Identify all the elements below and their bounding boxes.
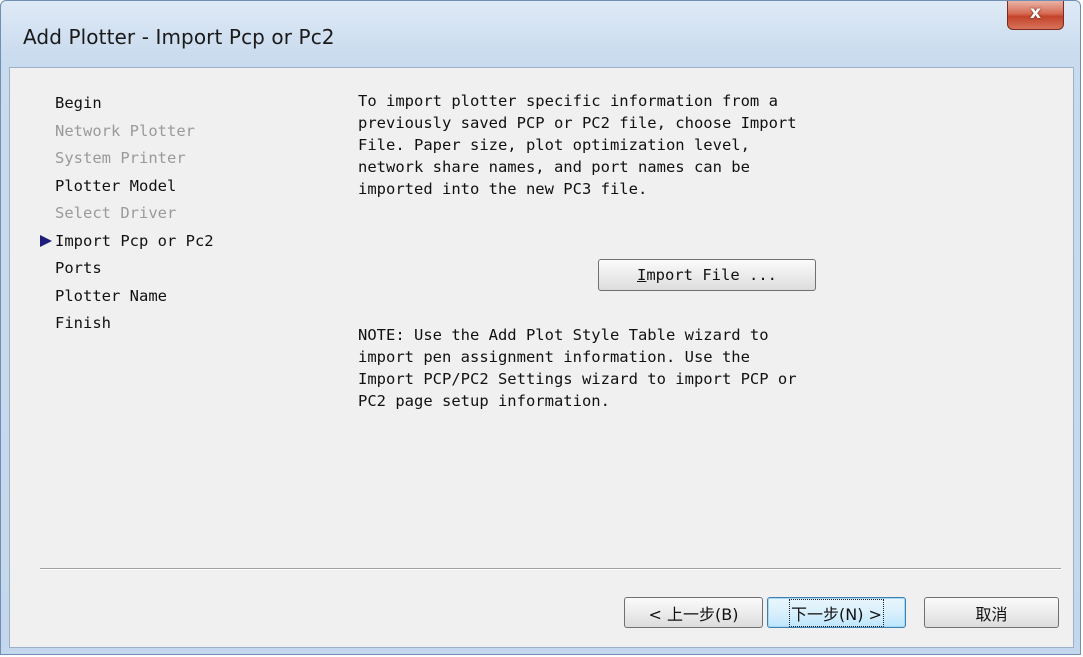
next-button[interactable]: 下一步(N) > <box>767 597 906 628</box>
step-import-label: Import Pcp or Pc2 <box>55 231 214 250</box>
back-button-label: < 上一步(B) <box>648 604 739 624</box>
wizard-steps-list: Begin Network Plotter System Printer Plo… <box>40 92 214 340</box>
step-plotter-model: Plotter Model <box>55 176 177 195</box>
step-system-printer: System Printer <box>55 149 186 167</box>
close-icon: x <box>1030 3 1041 23</box>
step-network-plotter: Network Plotter <box>55 121 195 140</box>
cancel-button[interactable]: 取消 <box>924 597 1059 628</box>
import-description: To import plotter specific information f… <box>358 92 797 198</box>
step-begin: Begin <box>55 94 102 112</box>
step-select-driver: Select Driver <box>55 204 177 222</box>
cancel-button-label: 取消 <box>975 604 1008 624</box>
import-file-mnemonic: I <box>637 266 647 284</box>
step-ports: Ports <box>55 259 102 277</box>
title-bar[interactable]: Add Plotter - Import Pcp or Pc2 x <box>1 1 1080 67</box>
back-button[interactable]: < 上一步(B) <box>624 597 763 628</box>
step-finish: Finish <box>55 314 111 332</box>
current-step-arrow-icon <box>40 234 52 247</box>
import-file-button[interactable]: Import File ... <box>598 259 816 291</box>
window-title: Add Plotter - Import Pcp or Pc2 <box>23 25 335 49</box>
step-plotter-name: Plotter Name <box>55 286 167 305</box>
dialog-window: Add Plotter - Import Pcp or Pc2 x Begin … <box>0 0 1081 655</box>
close-button[interactable]: x <box>1007 1 1064 30</box>
import-file-label: mport File ... <box>646 266 777 284</box>
wizard-body: Begin Network Plotter System Printer Plo… <box>9 67 1074 648</box>
step-import-pcp-or-pc2: Import Pcp or Pc2 <box>40 230 214 258</box>
divider <box>40 568 1061 570</box>
import-note: NOTE: Use the Add Plot Style Table wizar… <box>358 326 797 410</box>
next-button-label: 下一步(N) > <box>789 598 884 627</box>
